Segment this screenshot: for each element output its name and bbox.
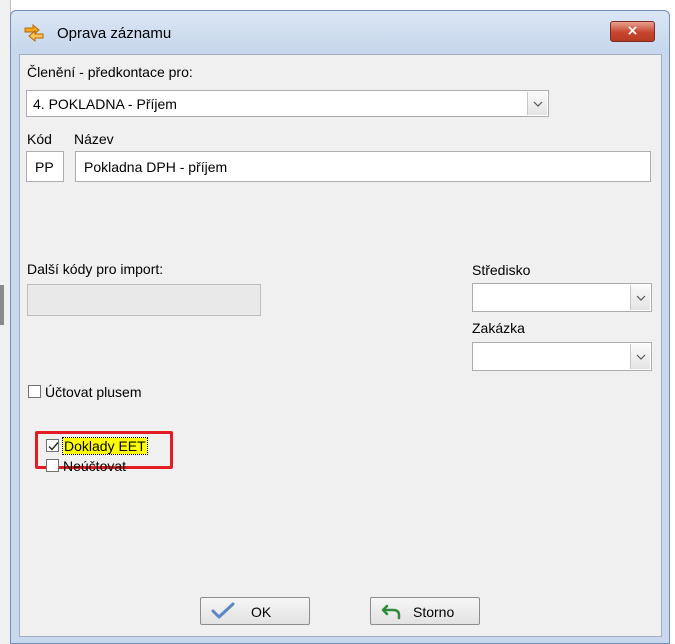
edit-arrows-icon <box>23 23 45 43</box>
kod-field[interactable]: PP <box>26 151 64 182</box>
storno-button[interactable]: Storno <box>370 597 480 625</box>
neuctovat-box[interactable] <box>46 459 59 472</box>
doklady-eet-label: Doklady EET <box>62 437 148 455</box>
cleneni-select-value: 4. POKLADNA - Příjem <box>33 96 177 112</box>
uctovat-plusem-label: Účtovat plusem <box>45 384 142 400</box>
kod-label: Kód <box>27 131 52 147</box>
cleneni-dropdown-button[interactable] <box>527 92 547 115</box>
ok-button[interactable]: OK <box>200 597 310 625</box>
dalsi-kody-label: Další kódy pro import: <box>27 261 164 277</box>
doklady-eet-checkbox[interactable]: Doklady EET <box>46 437 156 456</box>
undo-arrow-icon <box>381 602 403 623</box>
cleneni-select[interactable]: 4. POKLADNA - Příjem <box>26 90 549 117</box>
checkmark-icon <box>48 442 59 451</box>
dalsi-kody-field[interactable] <box>27 284 261 316</box>
stredisko-select[interactable] <box>472 283 652 312</box>
zakazka-dropdown-button[interactable] <box>630 344 650 369</box>
window-title: Oprava záznamu <box>57 25 172 42</box>
storno-button-label: Storno <box>413 604 455 620</box>
background-edge-mark <box>0 285 4 325</box>
title-bar[interactable]: Oprava záznamu × <box>11 11 669 53</box>
edit-record-dialog: Oprava záznamu × Členění - předkontace p… <box>10 10 670 644</box>
stredisko-dropdown-button[interactable] <box>630 285 650 310</box>
kod-field-value: PP <box>35 159 54 175</box>
close-button[interactable]: × <box>610 21 655 42</box>
doklady-eet-box[interactable] <box>46 439 59 452</box>
chevron-down-icon <box>636 295 646 301</box>
nazev-label: Název <box>74 131 114 147</box>
ok-button-label: OK <box>251 604 272 620</box>
cleneni-label: Členění - předkontace pro: <box>27 64 193 80</box>
neuctovat-label: Neúčtovat <box>63 458 127 474</box>
chevron-down-icon <box>533 101 543 107</box>
nazev-field-value: Pokladna DPH - příjem <box>84 159 228 175</box>
zakazka-label: Zakázka <box>472 320 525 336</box>
close-icon: × <box>626 23 639 39</box>
uctovat-plusem-box[interactable] <box>28 385 41 398</box>
neuctovat-checkbox[interactable]: Neúčtovat <box>46 458 156 476</box>
chevron-down-icon <box>636 354 646 360</box>
stredisko-label: Středisko <box>472 262 531 278</box>
checkmark-icon <box>211 602 235 623</box>
uctovat-plusem-checkbox[interactable]: Účtovat plusem <box>28 384 168 402</box>
nazev-field[interactable]: Pokladna DPH - příjem <box>75 151 651 182</box>
dialog-client-area: Členění - předkontace pro: 4. POKLADNA -… <box>19 54 662 637</box>
zakazka-select[interactable] <box>472 342 652 371</box>
